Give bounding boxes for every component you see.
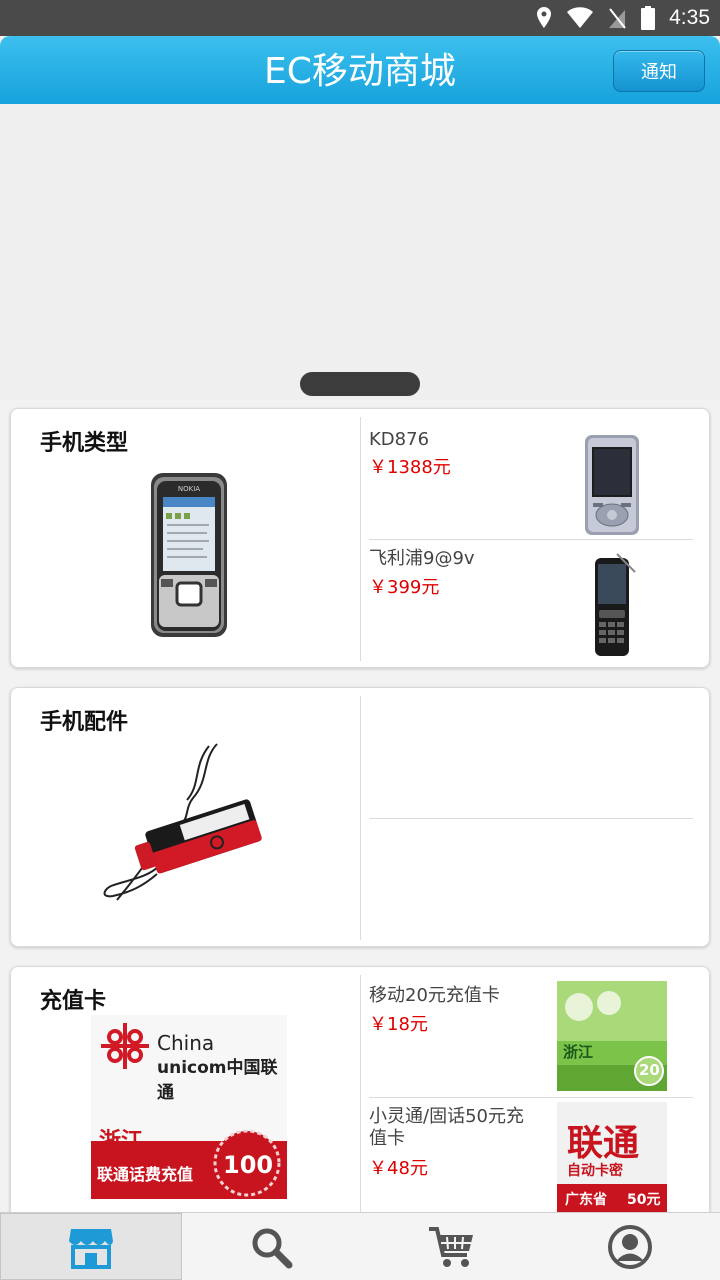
category-title[interactable]: 手机配件 (40, 704, 128, 736)
status-bar: 4:35 (0, 0, 720, 36)
user-icon (608, 1224, 653, 1269)
category-card-accessories: 手机配件 (10, 687, 710, 947)
card-divider (360, 696, 361, 940)
product-thumbnail: 联通 自动卡密 广东省 50元 (557, 1102, 667, 1212)
product-item-empty[interactable] (369, 818, 693, 938)
product-price: ￥399元 (369, 577, 440, 598)
product-thumbnail (585, 435, 639, 535)
product-thumbnail (595, 553, 636, 656)
thumb-text: 20 (639, 1061, 660, 1079)
product-price: ￥48元 (369, 1158, 428, 1179)
product-item[interactable]: 飞利浦9@9v ￥399元 (369, 539, 693, 659)
search-icon (252, 1228, 293, 1268)
product-name: 移动20元充值卡 (369, 985, 500, 1006)
svg-text:NOKIA: NOKIA (178, 485, 200, 493)
thumb-text: 50元 (627, 1192, 661, 1208)
card-value-text: 100 (223, 1151, 274, 1179)
card-label-text: 联通话费充值 (97, 1165, 194, 1184)
category-card-recharge: 充值卡 China unicom中国联通 浙江 联通话费充值 100 移动20元… (10, 966, 710, 1226)
carousel-indicator[interactable] (300, 372, 420, 396)
app-header: EC移动商城 通知 (0, 36, 720, 104)
nokia-phone-image[interactable]: NOKIA (149, 471, 229, 639)
product-name: 小灵通/固话50元充值卡 (369, 1106, 524, 1149)
product-name: 飞利浦9@9v (369, 548, 475, 569)
product-item-empty[interactable] (369, 698, 693, 818)
battery-icon (641, 6, 656, 30)
product-price: ￥1388元 (369, 457, 451, 478)
tab-cart[interactable] (361, 1213, 541, 1280)
category-card-phones: 手机类型 NOKIA KD876 ￥1388元 飞利浦9@9v ￥399元 (10, 408, 710, 668)
location-icon (537, 7, 552, 28)
product-item[interactable]: 移动20元充值卡 ￥18元 浙江 20 (369, 977, 693, 1097)
bottom-tab-bar (0, 1212, 720, 1280)
banner-carousel[interactable] (0, 104, 720, 400)
thumb-text: 广东省 (565, 1192, 607, 1208)
thumb-text: 浙江 (563, 1043, 594, 1061)
card-reader-image[interactable] (97, 740, 267, 912)
tab-search[interactable] (182, 1213, 362, 1280)
cart-icon (428, 1226, 473, 1267)
status-time: 4:35 (669, 6, 710, 29)
thumb-text: 自动卡密 (567, 1163, 623, 1179)
product-thumbnail: 浙江 20 (557, 981, 667, 1091)
category-title[interactable]: 手机类型 (40, 425, 128, 457)
no-signal-icon (609, 8, 626, 29)
product-item[interactable]: KD876 ￥1388元 (369, 419, 693, 539)
tab-profile[interactable] (541, 1213, 720, 1280)
shop-icon (68, 1228, 113, 1269)
card-brand-text: unicom中国联通 (157, 1058, 278, 1103)
wifi-icon (567, 7, 594, 29)
thumb-text: 联通 (567, 1122, 640, 1164)
category-title[interactable]: 充值卡 (40, 983, 106, 1015)
thumb-footer: 广东省 50元 (557, 1184, 667, 1212)
product-item[interactable]: 小灵通/固话50元充值卡 ￥48元 联通 自动卡密 广东省 50元 (369, 1097, 693, 1217)
card-brand-text: China (157, 1031, 215, 1055)
product-price: ￥18元 (369, 1014, 428, 1035)
card-province-text: 浙江 (99, 1129, 144, 1154)
tab-home[interactable] (0, 1213, 182, 1280)
page-title: EC移动商城 (264, 51, 456, 92)
unicom-card-image[interactable]: China unicom中国联通 浙江 联通话费充值 100 (91, 1015, 287, 1199)
card-divider (360, 975, 361, 1219)
notify-button[interactable]: 通知 (613, 50, 705, 92)
product-name: KD876 (369, 429, 430, 450)
card-divider (360, 417, 361, 661)
